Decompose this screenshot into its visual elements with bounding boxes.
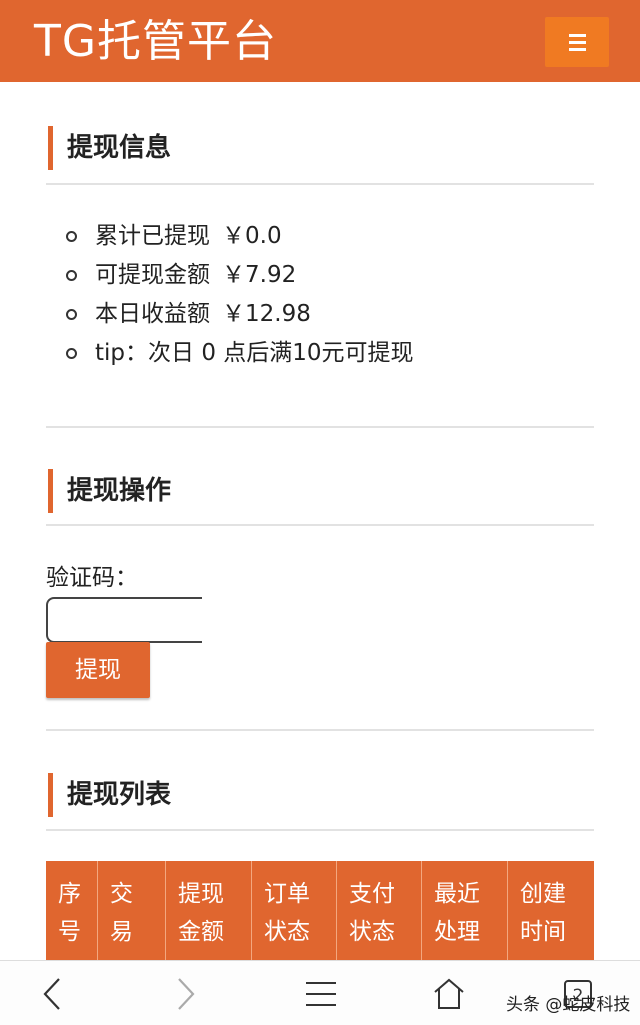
withdraw-button[interactable]: 提现 (46, 642, 150, 698)
list-item: 累计已提现 ￥0.0 (66, 217, 426, 256)
app-logo: TG托管平台 (34, 16, 277, 67)
home-icon[interactable] (428, 961, 470, 1025)
list-item: tip：次日 0 点后满10元可提现 (66, 334, 426, 373)
column-header: 支付 状态 (337, 861, 422, 961)
divider (46, 426, 594, 428)
list-item: 可提现金额 ￥7.92 (66, 256, 426, 295)
divider (46, 829, 594, 831)
withdraw-list-title: 提现列表 (48, 773, 171, 817)
divider (46, 183, 594, 185)
captcha-input[interactable] (46, 597, 202, 643)
captcha-label: 验证码： (46, 565, 138, 591)
withdraw-info-list: 累计已提现 ￥0.0 可提现金额 ￥7.92 本日收益额 ￥12.98 tip：… (66, 217, 426, 373)
menu-lines-icon[interactable] (300, 961, 342, 1025)
column-header: 序号 (46, 861, 98, 961)
hamburger-menu-icon[interactable] (545, 17, 609, 67)
column-header: 最近 处理 (422, 861, 508, 961)
forward-icon[interactable] (164, 961, 208, 1025)
withdraw-action-title: 提现操作 (48, 469, 171, 513)
bullet-icon (66, 348, 77, 359)
watermark: 头条 @蛇皮科技 (506, 995, 631, 1015)
column-header: 订单 状态 (252, 861, 337, 961)
list-item: 本日收益额 ￥12.98 (66, 295, 426, 334)
column-header: 交易 (98, 861, 166, 961)
column-header: 创建 时间 (520, 881, 566, 945)
column-header: 提现 金额 (166, 861, 252, 961)
back-icon[interactable] (30, 961, 74, 1025)
divider (46, 729, 594, 731)
withdraw-table-header: 序号 交易 提现 金额 订单 状态 支付 状态 最近 处理 创建 时间 (46, 861, 594, 961)
bullet-icon (66, 309, 77, 320)
app-header: TG托管平台 (0, 0, 640, 82)
bullet-icon (66, 231, 77, 242)
bullet-icon (66, 270, 77, 281)
divider (46, 524, 594, 526)
withdraw-info-title: 提现信息 (48, 126, 171, 170)
